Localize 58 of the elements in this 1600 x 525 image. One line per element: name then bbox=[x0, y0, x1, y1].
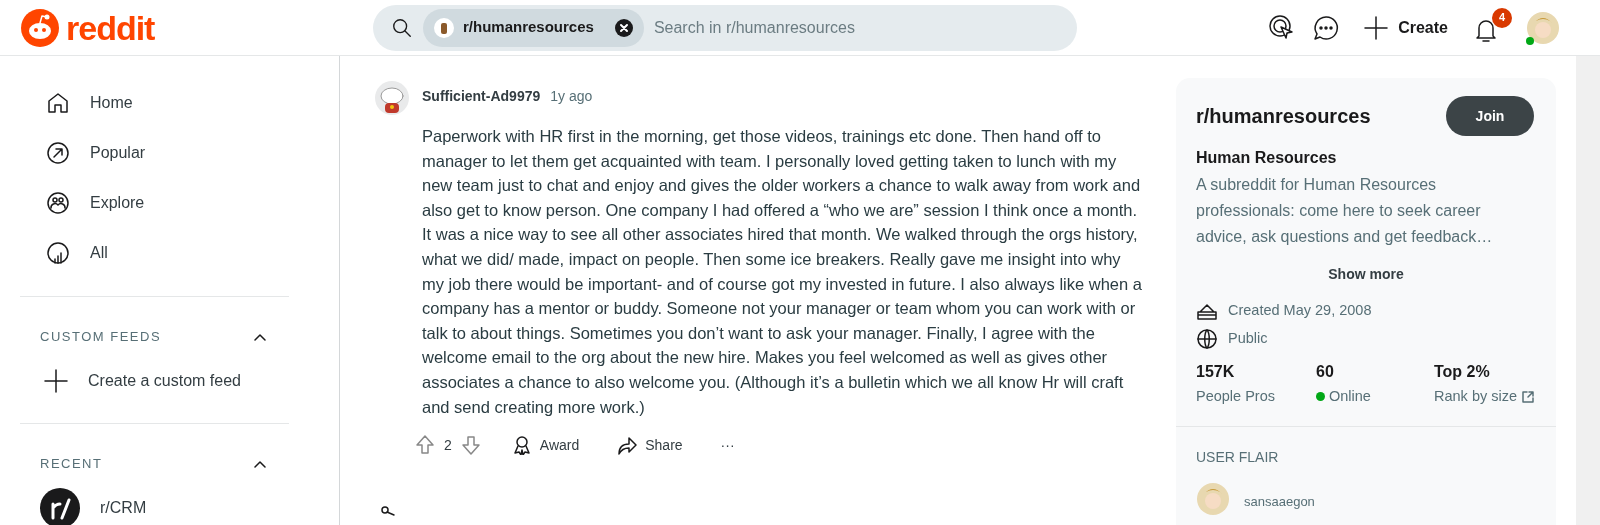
chevron-up-icon[interactable] bbox=[253, 459, 267, 469]
stat-value: Top 2% bbox=[1434, 361, 1491, 382]
user-avatar-icon bbox=[1196, 481, 1230, 516]
create-button[interactable]: Create bbox=[1356, 7, 1456, 48]
nav-item[interactable]: Home bbox=[20, 78, 289, 128]
community-name: r/humanresources bbox=[1196, 104, 1371, 129]
chat-icon[interactable] bbox=[1312, 13, 1341, 42]
action-button[interactable]: Award bbox=[503, 429, 588, 462]
reddit-logo-icon bbox=[20, 7, 60, 48]
community-chip[interactable]: r/humanresources bbox=[423, 8, 644, 47]
vote-count: 2 bbox=[444, 435, 452, 455]
show-more-button[interactable]: Show more bbox=[1328, 262, 1404, 286]
community-description: A subreddit for Human Resources professionals: come here to seek career advice, ask questions and get feedback… bbox=[1196, 175, 1494, 247]
community-avatar-icon bbox=[433, 16, 455, 39]
community-title: Human Resources bbox=[1196, 148, 1338, 168]
more-button[interactable]: ··· bbox=[712, 429, 743, 462]
close-icon[interactable] bbox=[613, 17, 634, 38]
plus-icon bbox=[1364, 15, 1389, 40]
author-name[interactable]: Sufficient-Ad9979 bbox=[422, 85, 541, 107]
comment-text: Paperwork with HR first in the morning, get those videos, trainings etc done. Then hand off to manager to let them get acquainted with team. I personally loved getting taken to lunch with my new team just to chat and enjoy and gives the older workers a chance to walk away from work and also get to know person. One company I had offered a “who we are” session I think once a month. It was a nice way to see all other associates hired that month. We walked through the orgs history, what we did/ made, impact on people. Then some ice breakers. Really gave me insight into why my job there would be important- and of course got my invested in future. I also always like when a company has a mentor or buddy. Someone not your manager or team whom you can work with or talk to about things. Sometimes you don’t want to ask your manager. Finally, I agree with the welcome email to the org about the new hire. Makes you feel welcomed as well as gives other associates a chance to also welcome you. (Although it’s a bulletin which we all know Hr will craft and send creating more work.) bbox=[422, 126, 1143, 418]
nav-item[interactable]: Popular bbox=[20, 128, 289, 178]
plus-icon bbox=[44, 369, 68, 393]
stat-label: People Pros bbox=[1196, 386, 1275, 406]
chevron-up-icon[interactable] bbox=[253, 332, 267, 342]
chip-label: r/humanresources bbox=[463, 17, 594, 38]
sidebar-item[interactable]: r/CRM bbox=[20, 484, 289, 525]
community-icon bbox=[40, 488, 80, 525]
flair-username: sansaaegon bbox=[1244, 492, 1315, 511]
action-button[interactable]: Share bbox=[609, 429, 691, 462]
stat-value: 157K bbox=[1196, 361, 1236, 382]
notification-badge: 4 bbox=[1492, 7, 1512, 28]
created-date: Created May 29, 2008 bbox=[1228, 301, 1372, 320]
stat-value: 60 bbox=[1316, 361, 1335, 382]
timestamp: 1y ago bbox=[550, 86, 593, 106]
scrollbar[interactable] bbox=[1576, 56, 1600, 525]
section-title: CUSTOM FEEDS bbox=[40, 328, 162, 347]
visibility-label: Public bbox=[1228, 328, 1268, 348]
arrow-circle-icon bbox=[46, 141, 70, 165]
nav-item[interactable]: Explore bbox=[20, 178, 289, 228]
bar-chart-circle-icon bbox=[46, 241, 70, 265]
section-title: RECENT bbox=[40, 455, 103, 474]
downvote-icon[interactable] bbox=[459, 434, 482, 457]
section-title: USER FLAIR bbox=[1196, 447, 1280, 467]
upvote-icon[interactable] bbox=[414, 434, 436, 457]
search-icon bbox=[391, 16, 413, 39]
home-icon bbox=[46, 91, 70, 115]
search-field[interactable]: r/humanresources Search in r/humanresources bbox=[373, 4, 1077, 51]
user-avatar-icon[interactable] bbox=[1526, 10, 1560, 45]
external-link-icon bbox=[1521, 389, 1535, 404]
people-icon bbox=[46, 191, 70, 215]
nav-item[interactable]: All bbox=[20, 228, 289, 278]
join-button[interactable]: Join bbox=[1446, 96, 1534, 136]
rank-link[interactable]: Rank by size bbox=[1434, 385, 1517, 408]
share-icon bbox=[617, 435, 638, 456]
award-icon bbox=[511, 435, 532, 456]
stat-label: Online bbox=[1329, 386, 1371, 406]
globe-icon bbox=[1196, 327, 1218, 350]
sidebar-item[interactable]: Create a custom feed bbox=[20, 357, 289, 405]
